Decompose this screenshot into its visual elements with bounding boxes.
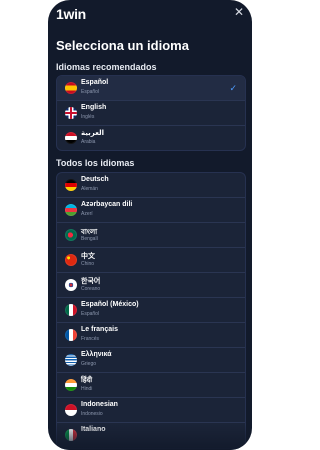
language-name: English: [81, 104, 107, 111]
language-native-name: Inglés: [81, 114, 95, 120]
language-item-korean[interactable]: 한국어 Coreano: [57, 272, 245, 297]
language-selector-screen: 1win ✕ Selecciona un idioma Idiomas reco…: [48, 0, 252, 450]
south-korea-flag-icon: [65, 279, 77, 291]
language-item-indonesian[interactable]: Indonesian Indonesio: [57, 397, 245, 422]
language-item-greek[interactable]: Ελληνικά Griego: [57, 347, 245, 372]
language-item-deutsch[interactable]: Deutsch Alemán: [57, 173, 245, 197]
language-name: हिंदी: [81, 377, 93, 384]
language-item-azerbaijani[interactable]: Azərbaycan dili Azerí: [57, 197, 245, 222]
spain-flag-icon: [65, 82, 77, 94]
top-bar: 1win ✕: [48, 0, 252, 30]
language-item-chinese[interactable]: 中文 Chino: [57, 247, 245, 272]
greece-flag-icon: [65, 354, 77, 366]
egypt-flag-icon: [65, 132, 77, 144]
selected-check-icon: ✓: [229, 83, 237, 93]
germany-flag-icon: [65, 179, 77, 191]
recommended-section-title: Idiomas recomendados: [56, 62, 157, 72]
italy-flag-icon: [65, 429, 77, 441]
close-icon[interactable]: ✕: [232, 5, 246, 19]
language-name: 中文: [81, 253, 95, 260]
language-native-name: Arabia: [81, 139, 96, 145]
language-name: 한국어: [81, 278, 101, 285]
language-item-spanish-mexico[interactable]: Español (México) Español: [57, 297, 245, 322]
indonesia-flag-icon: [65, 404, 77, 416]
france-flag-icon: [65, 329, 77, 341]
language-name: Español: [81, 79, 109, 86]
language-native-name: Coreano: [81, 286, 101, 292]
language-name: العربية: [81, 130, 105, 137]
india-flag-icon: [65, 379, 77, 391]
language-native-name: Español: [81, 311, 100, 317]
language-item-bengali[interactable]: বাংলা Bengalí: [57, 222, 245, 247]
azerbaijan-flag-icon: [65, 204, 77, 216]
recommended-languages-list: Español Español ✓ English Inglés العربية…: [56, 75, 246, 151]
language-native-name: Francés: [81, 336, 100, 342]
language-item-english[interactable]: English Inglés: [57, 100, 245, 125]
language-name: Ελληνικά: [81, 351, 112, 358]
china-flag-icon: [65, 254, 77, 266]
language-item-french[interactable]: Le français Francés: [57, 322, 245, 347]
mexico-flag-icon: [65, 304, 77, 316]
bangladesh-flag-icon: [65, 229, 77, 241]
language-name: Italiano: [81, 426, 106, 433]
language-name: Le français: [81, 326, 118, 333]
language-native-name: Indonesio: [81, 411, 103, 417]
language-name: Indonesian: [81, 401, 118, 408]
language-native-name: Español: [81, 89, 100, 95]
language-native-name: Alemán: [81, 186, 98, 192]
uk-flag-icon: [65, 107, 77, 119]
language-item-arabic[interactable]: العربية Arabia: [57, 125, 245, 150]
language-native-name: Bengalí: [81, 236, 98, 242]
page-title: Selecciona un idioma: [56, 38, 189, 53]
all-languages-list: Deutsch Alemán Azərbaycan dili Azerí বাং…: [56, 172, 246, 449]
language-name: Deutsch: [81, 176, 109, 183]
language-item-espanol[interactable]: Español Español ✓: [57, 76, 245, 100]
language-native-name: Chino: [81, 261, 95, 267]
language-name: Español (México): [81, 301, 139, 308]
language-item-italian[interactable]: Italiano: [57, 422, 245, 447]
language-name: Azərbaycan dili: [81, 201, 133, 208]
language-native-name: Azerí: [81, 211, 93, 217]
app-logo: 1win: [56, 6, 86, 22]
language-native-name: Griego: [81, 361, 97, 367]
language-item-hindi[interactable]: हिंदी Hindi: [57, 372, 245, 397]
language-native-name: Hindi: [81, 386, 93, 392]
all-languages-section-title: Todos los idiomas: [56, 158, 135, 168]
